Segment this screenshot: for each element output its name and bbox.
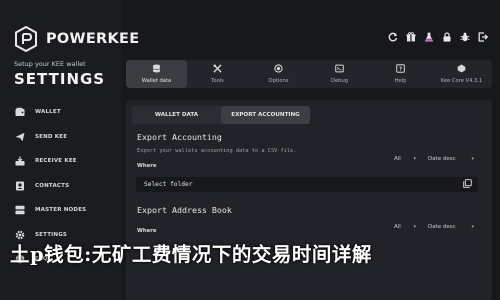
overlay-headline: 土p钱包:无矿工费情况下的交易时间详解 <box>10 243 372 266</box>
help-icon: ? <box>396 64 405 78</box>
chevron-down-icon: ▾ <box>471 224 474 230</box>
tab-label: Debug <box>330 78 349 84</box>
select-value: Date desc <box>428 156 456 162</box>
filter-type-select[interactable]: All ▾ <box>394 156 416 162</box>
tab-help[interactable]: ? Help <box>370 60 431 88</box>
where-label: Where <box>137 228 157 234</box>
sidebar-item-send[interactable]: SEND KEE <box>14 131 86 143</box>
sort-order-select[interactable]: Date desc ▾ <box>428 156 474 162</box>
export-accounting-title: Export Accounting <box>137 132 222 142</box>
chevron-down-icon: ▾ <box>471 156 474 162</box>
send-icon <box>14 131 26 143</box>
sidebar-item-receive[interactable]: RECEIVE KEE <box>14 155 86 167</box>
tab-wallet-data[interactable]: Wallet data <box>126 60 187 88</box>
select-value: All <box>394 224 401 230</box>
sidebar-item-contacts[interactable]: CONTACTS <box>14 180 86 192</box>
wallet-icon <box>14 106 26 118</box>
refresh-icon[interactable] <box>387 31 398 42</box>
export-address-book-title: Export Address Book <box>137 205 232 215</box>
sidebar-item-label: CONTACTS <box>35 182 70 189</box>
address-filter-select[interactable]: All ▾ <box>394 224 416 230</box>
tab-label: Help <box>394 78 407 84</box>
sidebar-item-label: MASTER NODES <box>35 207 87 213</box>
page-title: SETTINGS <box>14 70 106 88</box>
toolbar <box>387 31 488 42</box>
debug-icon <box>335 64 344 78</box>
folder-placeholder: Select folder <box>144 181 193 188</box>
gift-icon[interactable] <box>405 31 416 42</box>
open-folder-icon[interactable] <box>463 179 472 190</box>
sidebar-item-label: WALLET <box>35 109 61 115</box>
sidebar-subtitle: Setup your KEE wallet <box>14 60 86 68</box>
sidebar-item-label: SEND KEE <box>35 133 68 140</box>
database-icon <box>152 64 161 78</box>
tab-debug[interactable]: Debug <box>309 60 370 88</box>
content-panel: WALLET DATA EXPORT ACCOUNTING Export Acc… <box>126 100 492 300</box>
export-accounting-description: Export your wallets accounting data to a… <box>137 148 297 154</box>
server-icon <box>14 204 26 216</box>
sidebar-item-label: SETTINGS <box>35 231 68 238</box>
sub-tabs: WALLET DATA EXPORT ACCOUNTING <box>132 106 310 124</box>
subtab-wallet-data[interactable]: WALLET DATA <box>132 106 221 124</box>
subtab-export-accounting[interactable]: EXPORT ACCOUNTING <box>221 106 310 124</box>
tab-label: Kee Core V4.3.1 <box>440 78 483 84</box>
svg-text:?: ? <box>399 67 402 73</box>
folder-select-field[interactable]: Select folder <box>136 177 478 192</box>
brand-name: POWERKEE <box>46 31 140 47</box>
address-sort-select[interactable]: Date desc ▾ <box>428 224 474 230</box>
tab-label: Wallet data <box>141 78 172 84</box>
tab-label: Tools <box>211 78 224 84</box>
exit-icon[interactable] <box>477 31 488 42</box>
sidebar-item-wallet[interactable]: WALLET <box>14 106 86 118</box>
lock-icon[interactable] <box>441 31 452 42</box>
where-label: Where <box>137 163 157 169</box>
contacts-icon <box>14 180 26 192</box>
flask-icon[interactable] <box>423 31 434 42</box>
sidebar-item-master-nodes[interactable]: MASTER NODES <box>14 204 86 216</box>
tab-tools[interactable]: Tools <box>187 60 248 88</box>
select-value: Date desc <box>428 224 456 230</box>
tab-options[interactable]: Options <box>248 60 309 88</box>
receive-icon <box>14 155 26 167</box>
powerkee-logo-icon <box>14 26 38 52</box>
tab-label: Options <box>268 78 289 84</box>
settings-tabs: Wallet data Tools Options Debug ? Help K… <box>126 60 492 88</box>
sidebar-item-label: RECEIVE KEE <box>35 158 77 164</box>
chevron-down-icon: ▾ <box>413 224 416 230</box>
tools-icon <box>213 64 222 78</box>
select-value: All <box>394 156 401 162</box>
options-icon <box>274 64 283 78</box>
logo: POWERKEE <box>14 26 139 52</box>
bug-icon[interactable] <box>459 31 470 42</box>
tab-kee-core[interactable]: Kee Core V4.3.1 <box>431 60 492 88</box>
chevron-down-icon: ▾ <box>413 156 416 162</box>
core-icon <box>457 64 466 78</box>
